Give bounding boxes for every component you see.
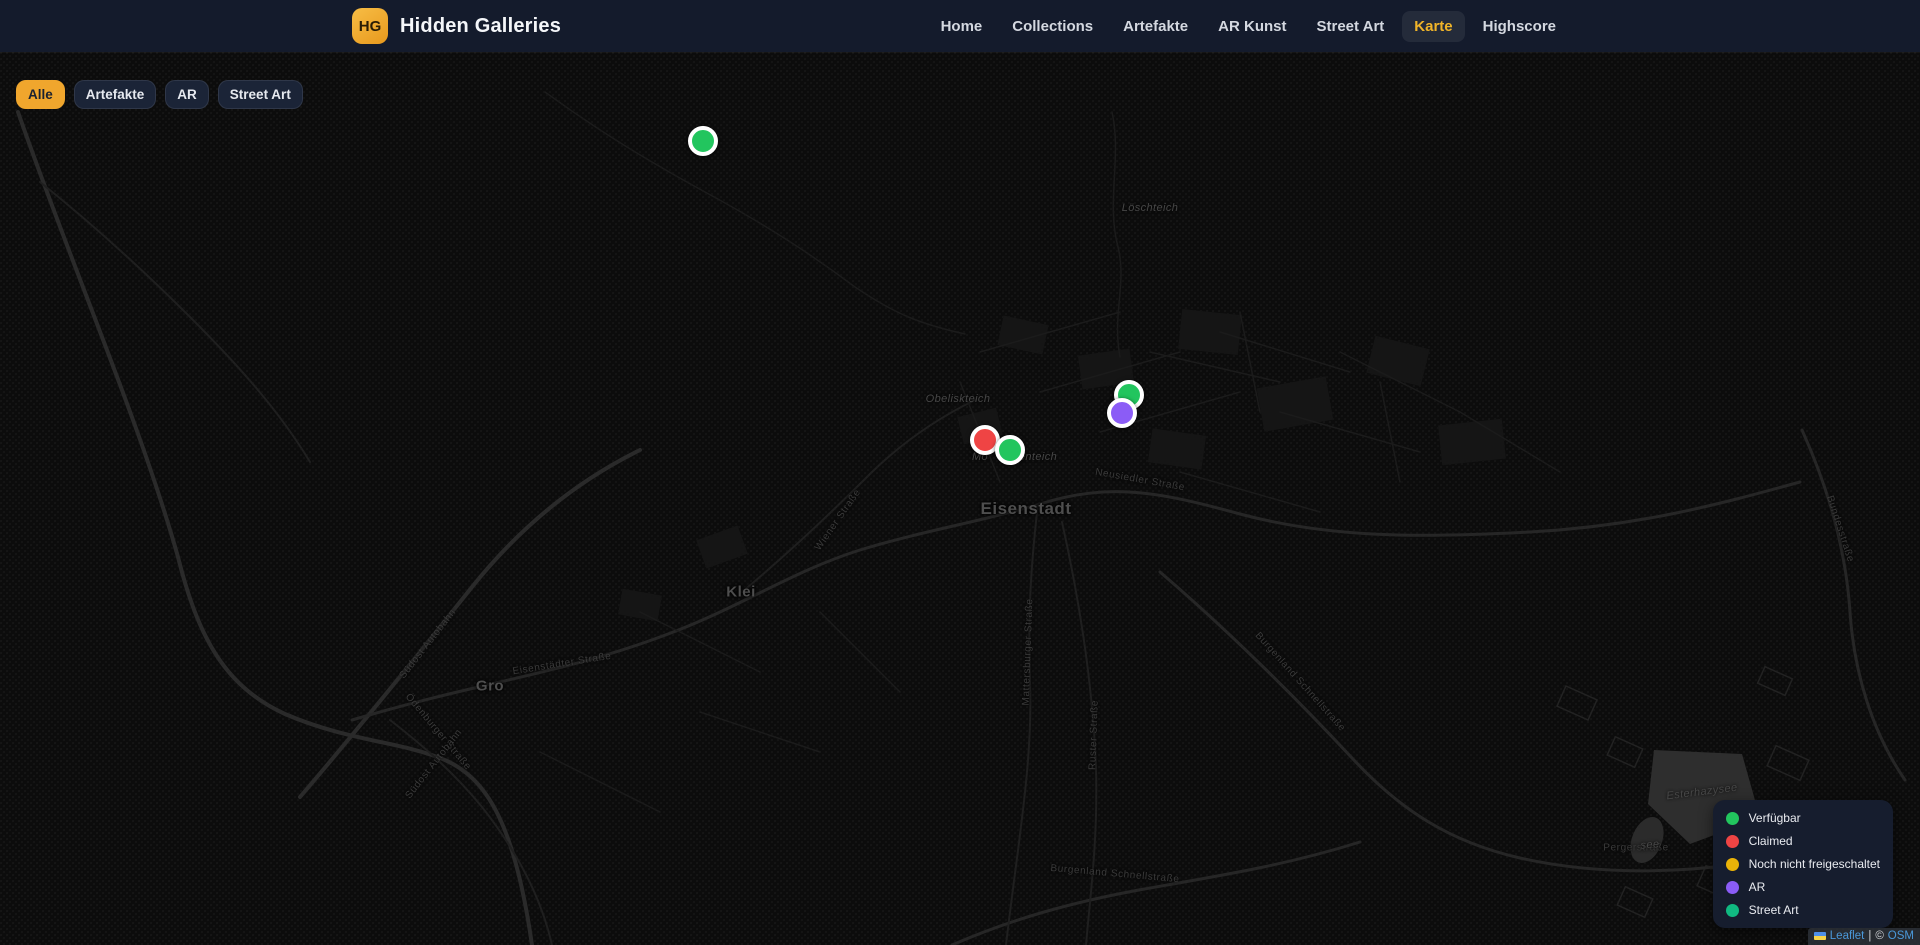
app-logo-icon: HG xyxy=(352,8,388,44)
legend-dot-street-art-icon xyxy=(1725,903,1739,917)
legend-item-noch-nicht-freigeschaltet: Noch nicht freigeschaltet xyxy=(1725,857,1880,871)
nav-item-karte[interactable]: Karte xyxy=(1402,10,1465,42)
brand[interactable]: HG Hidden Galleries xyxy=(352,8,561,44)
legend-item-claimed: Claimed xyxy=(1725,834,1880,848)
nav-item-artefakte[interactable]: Artefakte xyxy=(1111,11,1200,42)
osm-link[interactable]: OSM xyxy=(1888,930,1914,942)
legend-label-ar: AR xyxy=(1748,880,1766,894)
nav-item-street-art[interactable]: Street Art xyxy=(1304,11,1396,42)
filter-button-ar[interactable]: AR xyxy=(165,80,209,109)
header-container: HG Hidden Galleries Home Collections Artef… xyxy=(352,8,1568,44)
legend-item-ar: AR xyxy=(1725,880,1880,894)
map-roads-layer xyxy=(16,91,1907,945)
map-legend: Verfügbar Claimed Noch nicht freigeschalte… xyxy=(1712,800,1893,928)
filter-button-alle[interactable]: Alle xyxy=(16,80,65,109)
legend-dot-noch-nicht-freigeschaltet-icon xyxy=(1725,857,1739,871)
ukraine-flag-icon xyxy=(1813,932,1826,940)
main-nav: Home Collections Artefakte AR Kunst Street A… xyxy=(929,10,1568,42)
legend-label-noch-nicht-freigeschaltet: Noch nicht freigeschaltet xyxy=(1748,857,1880,871)
legend-item-street-art: Street Art xyxy=(1725,903,1880,917)
map-marker-ar[interactable] xyxy=(1107,398,1137,428)
legend-dot-ar-icon xyxy=(1725,880,1739,894)
legend-label-claimed: Claimed xyxy=(1748,834,1793,848)
nav-item-collections[interactable]: Collections xyxy=(1000,11,1105,42)
map-canvas[interactable]: Eisenstadt Klei Gro Neusiedler Straße Wiener… xyxy=(0,52,1920,945)
filter-button-artefakte[interactable]: Artefakte xyxy=(73,80,157,109)
legend-label-verfügbar: Verfügbar xyxy=(1748,811,1801,825)
map-attribution: Leaflet | © OSM xyxy=(1807,928,1920,945)
app-title: Hidden Galleries xyxy=(400,14,562,37)
map-marker-verfuegbar[interactable] xyxy=(995,435,1025,465)
map-filter-bar: Alle Artefakte AR Street Art xyxy=(16,80,303,109)
app-header: HG Hidden Galleries Home Collections Artef… xyxy=(0,0,1920,52)
copyright-symbol: © xyxy=(1875,930,1884,942)
nav-item-highscore[interactable]: Highscore xyxy=(1471,11,1568,42)
nav-item-home[interactable]: Home xyxy=(929,11,995,42)
legend-item-verfügbar: Verfügbar xyxy=(1725,811,1880,825)
legend-dot-claimed-icon xyxy=(1725,834,1739,848)
leaflet-link[interactable]: Leaflet xyxy=(1830,930,1865,942)
attribution-separator: | xyxy=(1868,930,1872,942)
legend-label-street-art: Street Art xyxy=(1748,903,1799,917)
nav-item-ar-kunst[interactable]: AR Kunst xyxy=(1206,11,1298,42)
filter-button-street-art[interactable]: Street Art xyxy=(217,80,303,109)
map-marker-verfuegbar[interactable] xyxy=(688,126,718,156)
legend-dot-verfügbar-icon xyxy=(1725,811,1739,825)
